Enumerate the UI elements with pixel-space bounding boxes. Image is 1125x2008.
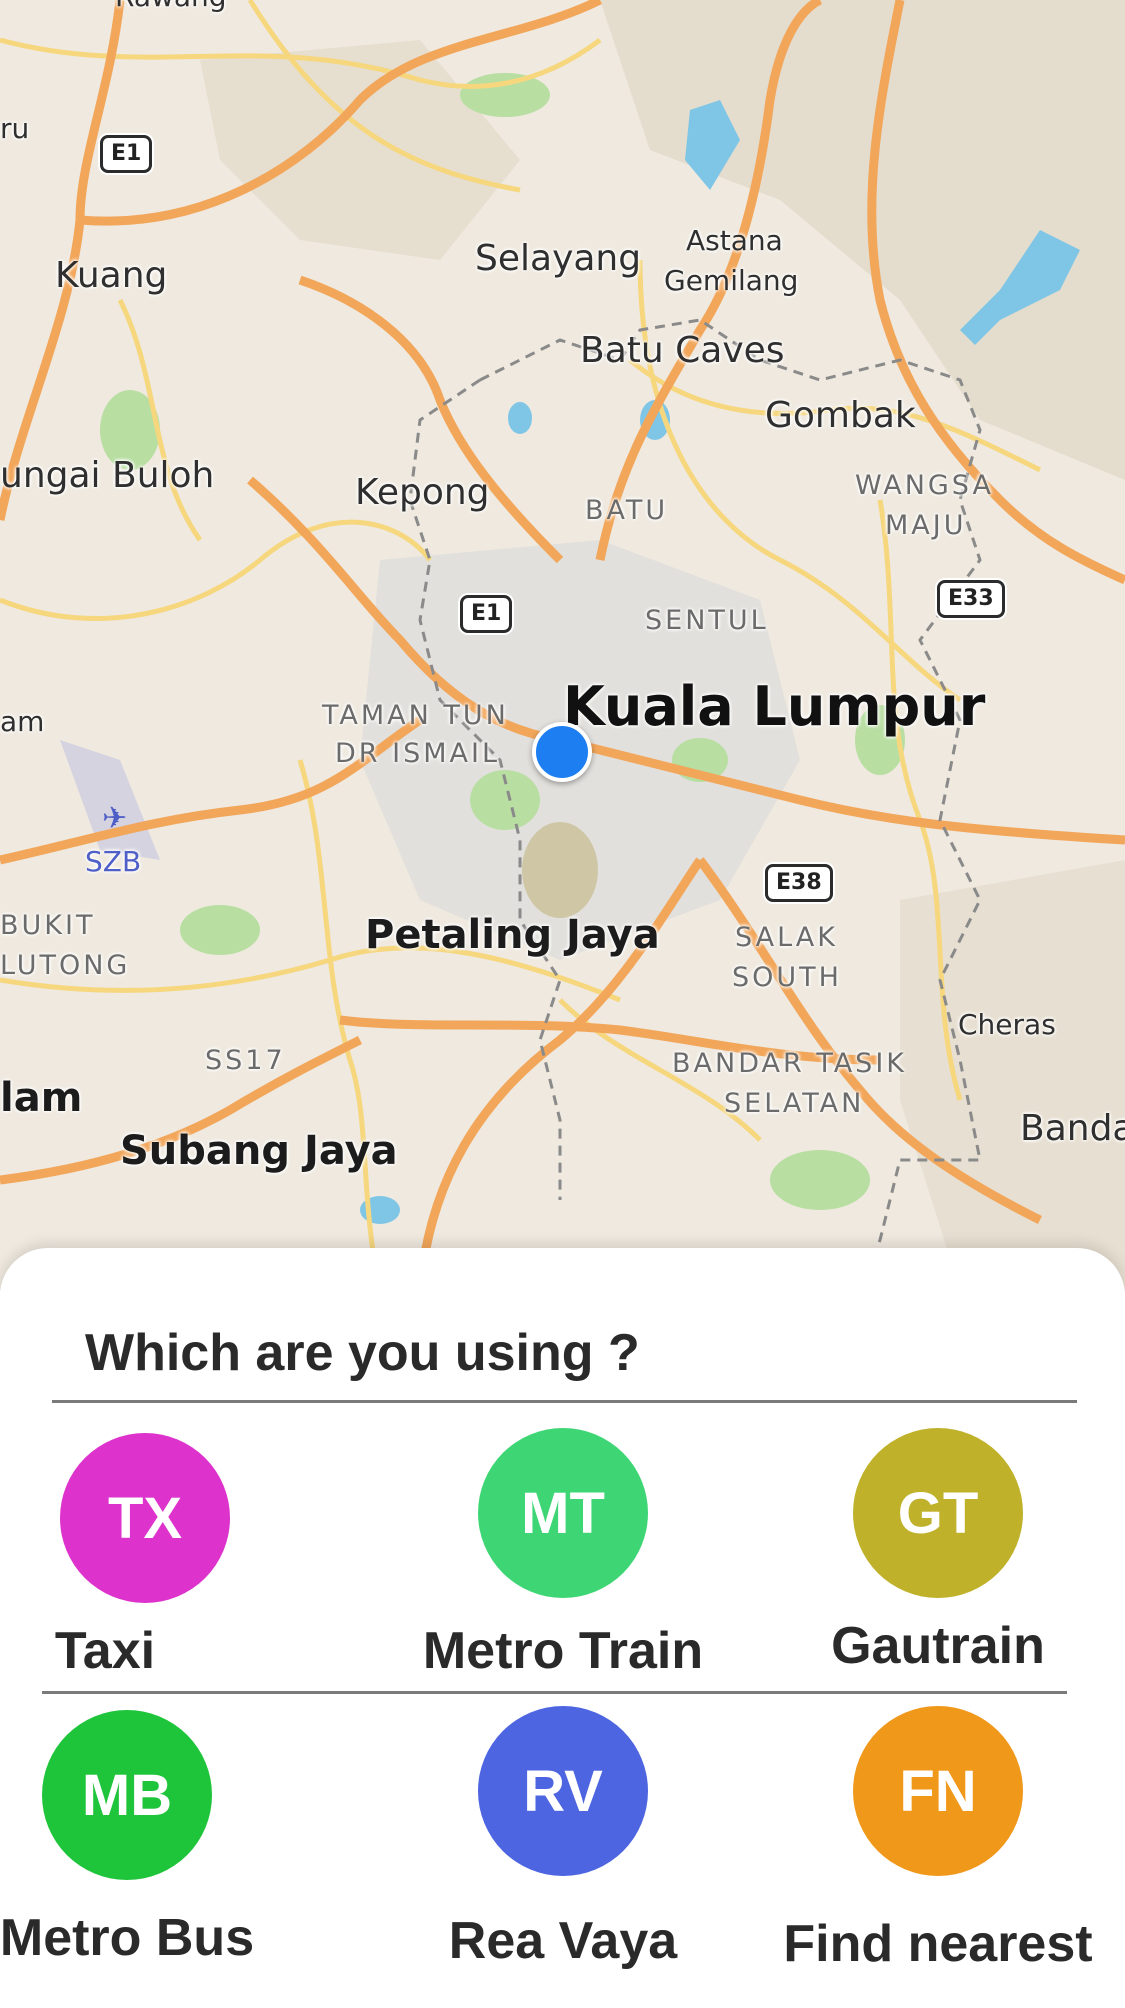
map-label-kuang: Kuang (55, 255, 168, 296)
map-label-wangsa: WANGSA (855, 470, 994, 501)
map-label-lam: lam (0, 1075, 83, 1121)
option-taxi[interactable]: TX Taxi (55, 1433, 360, 1683)
map-label-south: SOUTH (732, 962, 842, 993)
airport-icon: ✈ (102, 801, 127, 836)
map-label-subang-jaya: Subang Jaya (120, 1128, 398, 1174)
map-label-batu-caves: Batu Caves (580, 330, 785, 371)
rea-vaya-icon: RV (478, 1706, 648, 1876)
option-find-nearest[interactable]: FN Find nearest (783, 1706, 1125, 1973)
metro-bus-icon: MB (42, 1710, 212, 1880)
option-label-find-nearest: Find nearest (783, 1915, 1093, 1973)
map-label-taman-tun: TAMAN TUN (322, 700, 509, 731)
map-label-maju: MAJU (885, 510, 967, 541)
highway-shield-e38: E38 (765, 864, 833, 902)
highway-shield-e1: E1 (100, 135, 153, 173)
option-label-taxi: Taxi (54, 1622, 156, 1680)
map-canvas: ✈ (0, 0, 1125, 1290)
map-label-gemilang: Gemilang (664, 264, 799, 297)
option-label-metro-bus: Metro Bus (0, 1909, 255, 1967)
map-label-bukit: BUKIT (0, 910, 96, 941)
map-label-lutong: LUTONG (0, 950, 131, 981)
map-label-astana: Astana (686, 224, 783, 257)
option-metro-train[interactable]: MT Metro Train (423, 1428, 778, 1680)
sheet-title: Which are you using ? (85, 1324, 640, 1382)
map-label-ru: ru (0, 112, 30, 145)
map-label-gombak: Gombak (765, 395, 916, 436)
map-label-dr-ismail: DR ISMAIL (335, 738, 501, 769)
map-label-selayang: Selayang (475, 238, 642, 279)
option-metro-bus[interactable]: MB Metro Bus (0, 1710, 342, 1967)
option-label-rea-vaya: Rea Vaya (448, 1912, 678, 1970)
map-label-kuala-lumpur: Kuala Lumpur (563, 675, 986, 738)
taxi-icon: TX (60, 1433, 230, 1603)
map-label-petaling-jaya: Petaling Jaya (365, 912, 660, 958)
map-label-selatan: SELATAN (724, 1088, 865, 1119)
map-label-bandar-tasik: BANDAR TASIK (672, 1048, 907, 1079)
row-divider (42, 1691, 1067, 1694)
map-label-cheras: Cheras (958, 1008, 1056, 1041)
gautrain-icon: GT (853, 1428, 1023, 1598)
option-gautrain[interactable]: GT Gautrain (831, 1428, 1125, 1678)
map-label-ss17: SS17 (205, 1045, 286, 1076)
map-label-salak: SALAK (735, 922, 838, 953)
title-divider (52, 1400, 1077, 1403)
highway-shield-e1: E1 (460, 595, 513, 633)
map-label-sentul: SENTUL (645, 605, 769, 636)
find-nearest-icon: FN (853, 1706, 1023, 1876)
option-label-metro-train: Metro Train (422, 1622, 704, 1680)
map-label-kepong: Kepong (355, 472, 490, 513)
map-label-sungai-buloh: ungai Buloh (0, 455, 215, 496)
metro-train-icon: MT (478, 1428, 648, 1598)
map-label-banda: Banda (1020, 1108, 1125, 1149)
option-label-gautrain: Gautrain (831, 1617, 1045, 1675)
transport-picker-sheet: Which are you using ? TX Taxi MT Metro T… (0, 1248, 1125, 2008)
current-location-marker (532, 722, 592, 782)
map-label-am: am (0, 705, 45, 738)
map-label-szb: SZB (85, 845, 142, 878)
highway-shield-e33: E33 (937, 580, 1005, 618)
map-label-rawang: Rawang (115, 0, 227, 13)
map-view[interactable]: ✈ Rawang ru Kuang Selayang Astana Gemila… (0, 0, 1125, 1290)
map-label-batu: BATU (585, 495, 669, 526)
option-rea-vaya[interactable]: RV Rea Vaya (449, 1706, 778, 1970)
